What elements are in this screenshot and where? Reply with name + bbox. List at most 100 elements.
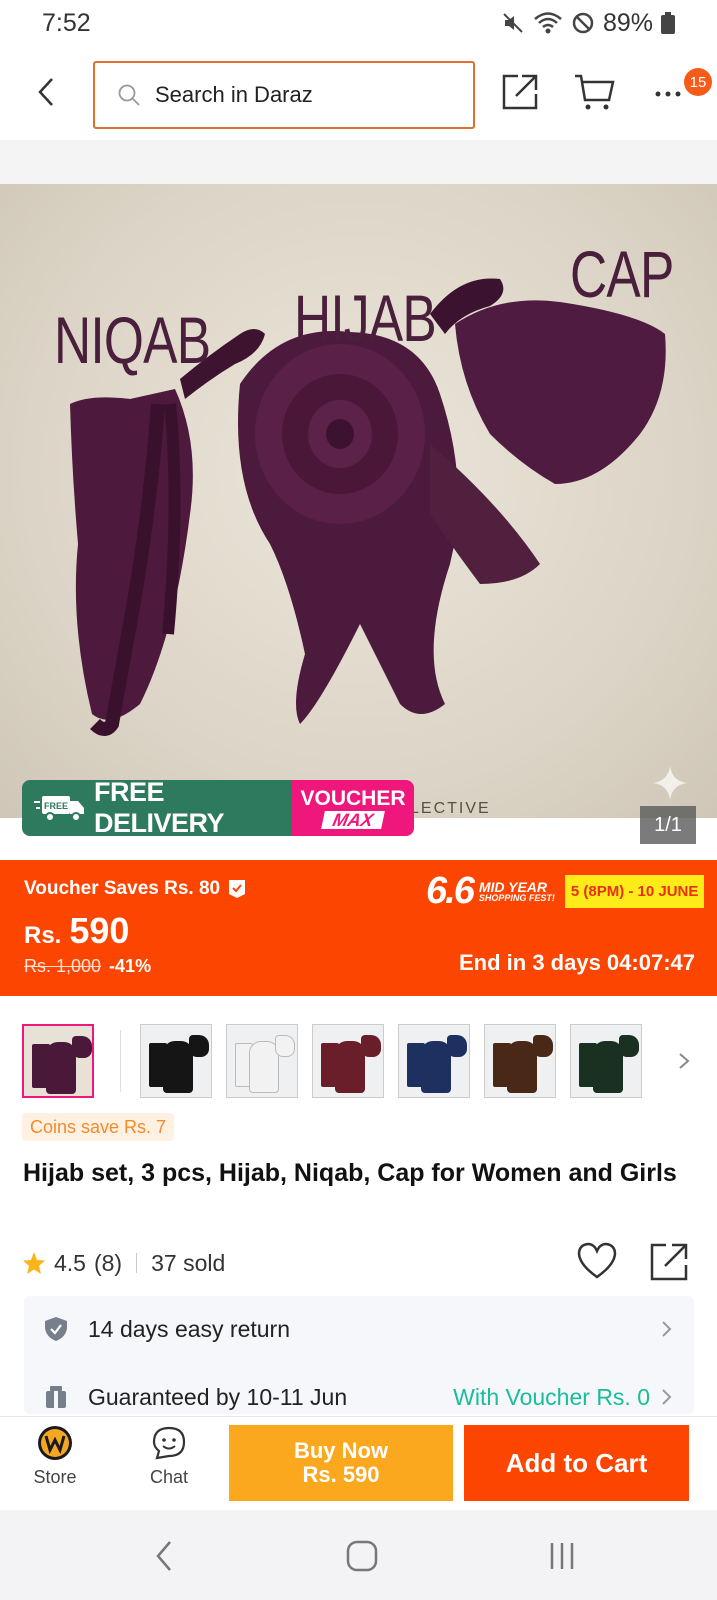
variant-piece [361, 1035, 381, 1057]
rating-separator [136, 1253, 138, 1273]
image-page-indicator: 1/1 [640, 806, 696, 844]
variant-piece [72, 1036, 92, 1058]
nav-back-button[interactable] [142, 1534, 186, 1578]
nav-home-button[interactable] [340, 1534, 384, 1578]
mute-icon [503, 13, 523, 33]
nav-recents-button[interactable] [540, 1534, 584, 1578]
sold-count: 37 sold [151, 1249, 226, 1276]
coins-save-pill: Coins save Rs. 7 [22, 1113, 175, 1141]
chevron-right-icon [662, 1321, 672, 1337]
nav-home-icon [346, 1540, 378, 1572]
back-button[interactable] [28, 70, 64, 114]
bottom-action-bar: Store Chat Buy Now Rs. 590 Add to Cart [0, 1416, 717, 1510]
free-delivery-text: FREE DELIVERY [94, 780, 225, 836]
battery-icon [661, 12, 675, 34]
variant-selector [0, 1024, 717, 1100]
chevron-right-icon [662, 1389, 672, 1405]
chat-icon [152, 1426, 186, 1460]
promo-badges: FREE FREE DELIVERY VOUCHER MAX [22, 780, 414, 836]
store-logo-icon [38, 1426, 72, 1460]
system-nav-bar [0, 1510, 717, 1600]
variant-next-button[interactable] [672, 1046, 696, 1076]
product-image[interactable]: NIQAB HIJAB CAP LECTIVE [0, 184, 717, 818]
fest-dates: 5 (8PM) - 10 JUNE [564, 875, 705, 908]
variant-thumbnail[interactable] [140, 1024, 212, 1098]
status-bar: 7:52 89% [0, 0, 717, 46]
voucher-max-line2: MAX [321, 810, 385, 830]
variant-thumbnail[interactable] [570, 1024, 642, 1098]
voucher-check-icon [229, 880, 246, 898]
wishlist-button[interactable] [576, 1241, 618, 1281]
search-icon [118, 84, 140, 106]
sparkle-icon [653, 766, 687, 800]
buy-now-label: Buy Now [293, 1437, 389, 1463]
share-button[interactable] [500, 72, 540, 112]
variant-thumbnail[interactable] [22, 1024, 94, 1098]
header-spacer [0, 140, 717, 184]
variant-piece [619, 1035, 639, 1057]
variant-thumbnail[interactable] [484, 1024, 556, 1098]
free-icon-text: FREE [44, 801, 68, 811]
store-label: Store [33, 1467, 77, 1487]
variant-divider [120, 1030, 121, 1092]
variant-thumbnail[interactable] [226, 1024, 298, 1098]
share-product-button[interactable] [648, 1241, 690, 1283]
variant-piece [447, 1035, 467, 1057]
current-price: Rs. 590 [24, 910, 129, 952]
delivery-guarantee-row[interactable]: Guaranteed by 10-11 Jun With Voucher Rs.… [24, 1368, 694, 1414]
price-amount: 590 [69, 910, 130, 951]
discount-percent: -41% [109, 956, 152, 976]
fest-number: 6.6 [426, 870, 475, 912]
share-icon [650, 1243, 688, 1281]
nav-back-icon [156, 1541, 171, 1571]
share-icon [502, 74, 538, 110]
buy-now-button[interactable]: Buy Now Rs. 590 [229, 1425, 453, 1501]
old-price-value: Rs. 1,000 [24, 956, 102, 976]
rating-score: 4.5 [54, 1249, 86, 1276]
search-input[interactable]: Search in Daraz [93, 61, 475, 129]
cap-label: CAP [570, 237, 674, 311]
hijab-label: HIJAB [294, 281, 437, 355]
shield-check-icon [45, 1317, 67, 1341]
add-to-cart-button[interactable]: Add to Cart [464, 1425, 689, 1501]
voucher-max-line1: VOUCHER [300, 786, 406, 810]
delivery-voucher-text: With Voucher Rs. 0 [453, 1383, 650, 1410]
delivery-truck-icon: FREE [34, 792, 86, 824]
chevron-left-icon [38, 78, 53, 106]
service-info-card: 14 days easy return Guaranteed by 10-11 … [24, 1296, 694, 1414]
cart-button[interactable] [573, 72, 617, 112]
star-icon [23, 1252, 45, 1274]
do-not-disturb-icon [572, 12, 594, 34]
heart-icon [577, 1242, 617, 1279]
variant-thumbnail[interactable] [312, 1024, 384, 1098]
variant-piece [533, 1035, 553, 1057]
mid-year-fest-badge: 6.6 MID YEAR SHOPPING FEST! 5 (8PM) - 10… [426, 870, 705, 913]
top-header: Search in Daraz [0, 56, 717, 132]
rating-row[interactable]: 4.5 (8) 37 sold [22, 1245, 225, 1281]
variant-piece [275, 1035, 295, 1057]
return-policy-row[interactable]: 14 days easy return [24, 1300, 694, 1358]
rating-count: (8) [93, 1249, 123, 1276]
chat-button[interactable]: Chat [138, 1425, 200, 1505]
delivery-guarantee-text: Guaranteed by 10-11 Jun [88, 1383, 348, 1410]
search-placeholder: Search in Daraz [155, 82, 313, 107]
status-time: 7:52 [42, 8, 91, 37]
variant-thumbnail[interactable] [398, 1024, 470, 1098]
chat-label: Chat [149, 1467, 189, 1487]
battery-percent: 89% [602, 8, 653, 37]
buy-now-price: Rs. 590 [302, 1462, 380, 1487]
delivery-box-icon [46, 1386, 66, 1408]
free-delivery-badge: FREE FREE DELIVERY [22, 780, 292, 836]
niqab-label: NIQAB [54, 303, 211, 377]
voucher-saves-text: Voucher Saves Rs. 80 [24, 878, 221, 899]
price-currency: Rs. [24, 922, 62, 949]
store-button[interactable]: Store [24, 1425, 86, 1505]
original-price: Rs. 1,000 -41% [24, 956, 151, 977]
nav-recents-icon [550, 1543, 574, 1569]
variant-piece [189, 1035, 209, 1057]
watermark-text: LECTIVE [410, 800, 491, 817]
chevron-right-icon [679, 1053, 690, 1069]
voucher-saves: Voucher Saves Rs. 80 [24, 878, 246, 900]
sale-countdown: End in 3 days 04:07:47 [459, 950, 695, 975]
wifi-icon [534, 12, 562, 34]
